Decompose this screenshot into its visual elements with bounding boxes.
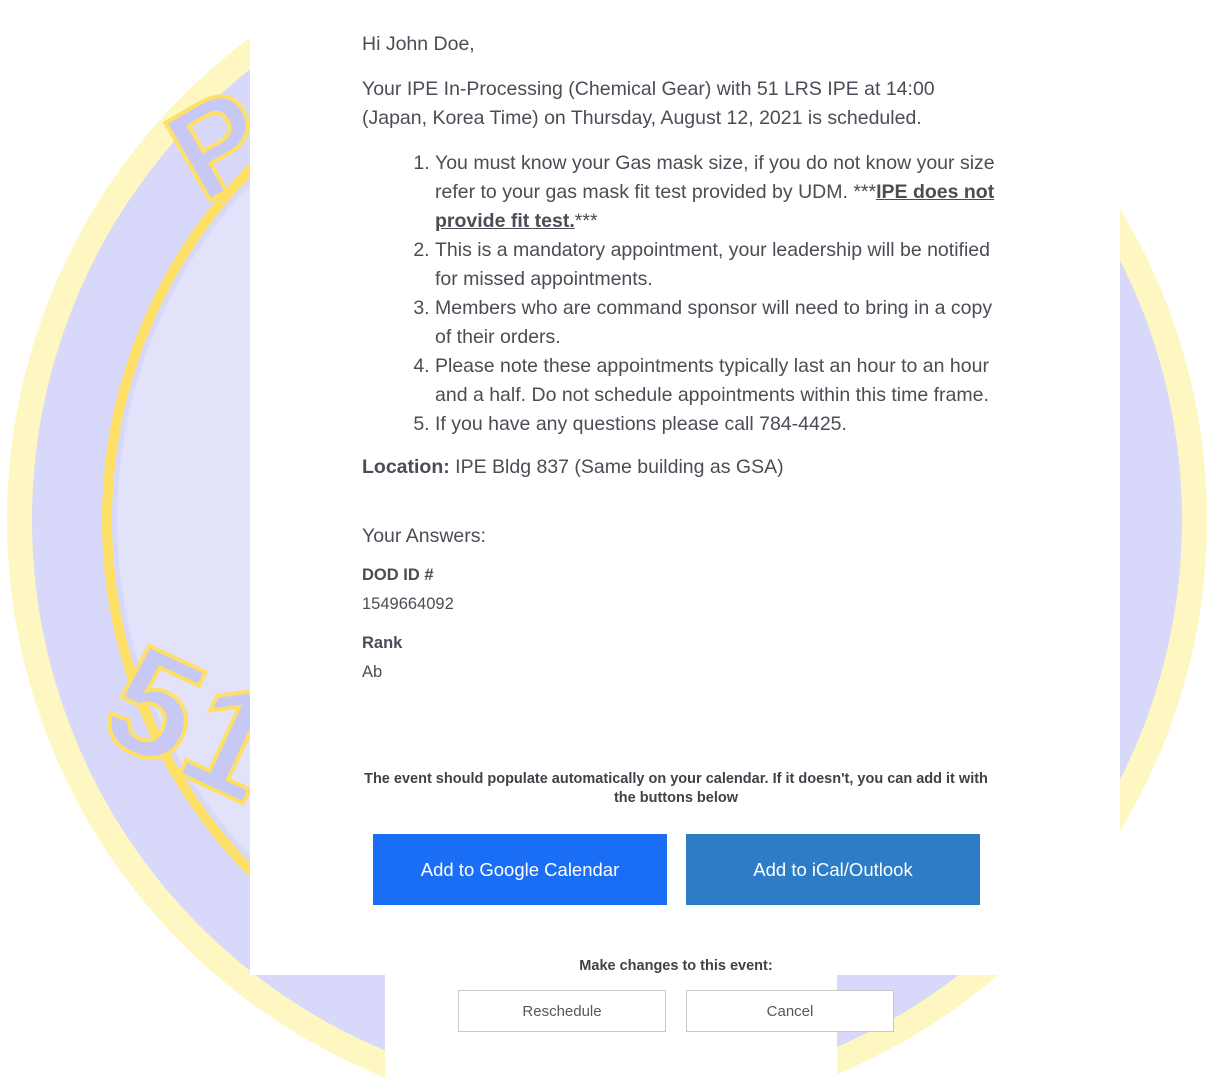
add-to-ical-outlook-button[interactable]: Add to iCal/Outlook [686, 834, 980, 905]
email-body: Hi John Doe, Your IPE In-Processing (Che… [362, 30, 1002, 699]
reschedule-button[interactable]: Reschedule [458, 990, 666, 1032]
instruction-item: Members who are command sponsor will nee… [435, 294, 1002, 352]
answer-value-dod-id: 1549664092 [362, 595, 454, 613]
location: Location: IPE Bldg 837 (Same building as… [362, 453, 1002, 482]
greeting: Hi John Doe, [362, 33, 475, 55]
answer-value-rank: Ab [362, 663, 383, 681]
appointment-intro: Your IPE In-Processing (Chemical Gear) w… [362, 78, 935, 129]
answer-label-dod-id: DOD ID # [362, 566, 434, 584]
cancel-button[interactable]: Cancel [686, 990, 894, 1032]
instruction-item: If you have any questions please call 78… [435, 410, 1002, 439]
instruction-item: You must know your Gas mask size, if you… [435, 149, 1002, 236]
calendar-notice: The event should populate automatically … [364, 771, 988, 806]
answer-label-rank: Rank [362, 634, 403, 652]
instruction-item: Please note these appointments typically… [435, 352, 1002, 410]
answers-title: Your Answers: [362, 525, 486, 547]
instruction-item: This is a mandatory appointment, your le… [435, 236, 1002, 294]
instructions-list: You must know your Gas mask size, if you… [362, 149, 1002, 439]
location-label: Location: [362, 456, 450, 478]
add-to-google-calendar-button[interactable]: Add to Google Calendar [373, 834, 667, 905]
make-changes-title: Make changes to this event: [579, 958, 773, 974]
location-value: IPE Bldg 837 (Same building as GSA) [449, 456, 784, 478]
